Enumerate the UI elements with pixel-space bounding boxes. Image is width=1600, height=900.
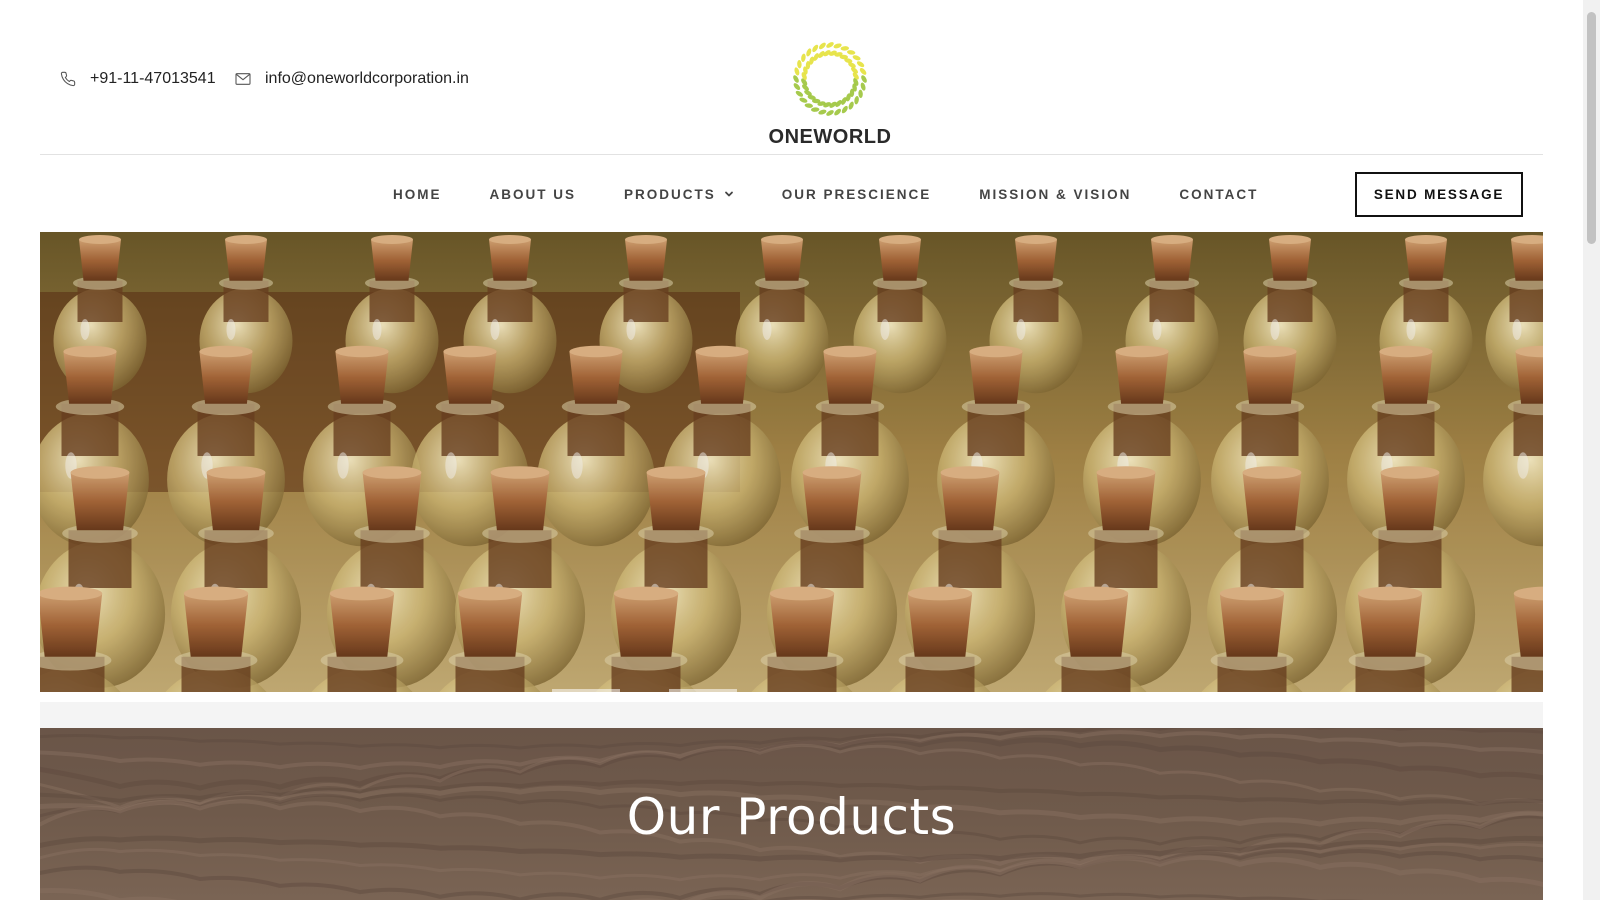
slider-pagination — [40, 689, 1543, 693]
nav-label: MISSION & VISION — [979, 186, 1132, 202]
email-address: info@oneworldcorporation.in — [265, 70, 469, 87]
leaf-wreath-icon — [793, 42, 867, 116]
products-heading: Our Products — [626, 788, 957, 846]
phone-number: +91-11-47013541 — [90, 70, 216, 87]
nav-menu: HOME ABOUT US PRODUCTS OUR PRESCIENCE MI… — [393, 172, 1258, 216]
nav-item-products[interactable]: PRODUCTS — [624, 187, 734, 202]
slider-dot[interactable] — [552, 689, 620, 692]
nav-label: HOME — [393, 186, 442, 202]
hero-slider[interactable] — [40, 232, 1543, 692]
phone-icon — [60, 71, 76, 87]
nav-item-our-prescience[interactable]: OUR PRESCIENCE — [782, 187, 932, 202]
nav-item-contact[interactable]: CONTACT — [1179, 187, 1258, 202]
nav-label: CONTACT — [1179, 186, 1259, 202]
nav-label: OUR PRESCIENCE — [781, 186, 932, 202]
nav-item-mission-vision[interactable]: MISSION & VISION — [979, 187, 1131, 202]
cork-bottles-image — [40, 232, 1543, 692]
nav-item-home[interactable]: HOME — [393, 187, 442, 202]
page-scrollbar[interactable] — [1583, 0, 1600, 900]
header-divider — [40, 154, 1543, 155]
nav-label: PRODUCTS — [624, 186, 716, 202]
logo-text: ONEWORLD — [768, 126, 892, 148]
products-banner: Our Products — [40, 728, 1543, 900]
nav-label: ABOUT US — [489, 186, 576, 202]
mail-icon — [235, 72, 251, 86]
phone-link[interactable]: +91-11-47013541 — [60, 70, 216, 88]
scrollbar-thumb[interactable] — [1587, 12, 1596, 244]
main-navigation: HOME ABOUT US PRODUCTS OUR PRESCIENCE MI… — [0, 172, 1600, 217]
chevron-down-icon — [724, 191, 733, 197]
site-header: +91-11-47013541 info@oneworldcorporation… — [40, 0, 1543, 154]
send-message-button[interactable]: SEND MESSAGE — [1355, 172, 1523, 217]
site-logo[interactable]: ONEWORLD — [750, 38, 910, 149]
slider-dot[interactable] — [669, 689, 737, 692]
nav-item-about-us[interactable]: ABOUT US — [490, 187, 577, 202]
section-spacer — [40, 702, 1543, 728]
email-link[interactable]: info@oneworldcorporation.in — [235, 70, 469, 88]
